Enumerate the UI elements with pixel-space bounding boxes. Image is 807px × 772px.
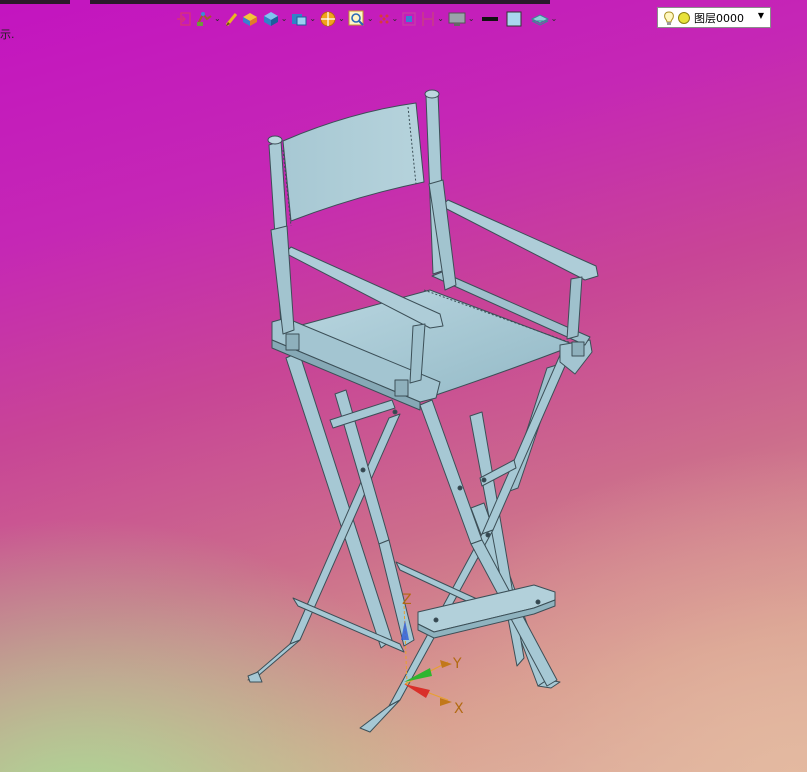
layer-status-icon[interactable]: [677, 11, 691, 25]
line-color-button[interactable]: [481, 8, 498, 30]
section-view-button[interactable]: ⌄: [420, 8, 444, 30]
fit-view-icon: [402, 12, 416, 26]
layer-select[interactable]: 图层0000 ▼: [657, 7, 771, 28]
move-object-button[interactable]: ⌄: [195, 8, 221, 30]
render-shaded-button[interactable]: [241, 8, 259, 30]
orient-view-icon: [320, 11, 336, 27]
move-object-icon: [197, 12, 212, 26]
chair-model[interactable]: Z Y X: [0, 0, 807, 772]
fit-view-button[interactable]: [401, 8, 417, 30]
render-shaded-icon: [242, 13, 257, 26]
zoom-icon: [348, 10, 364, 26]
zoom-button[interactable]: ⌄: [348, 8, 374, 30]
background-display-icon: [448, 12, 466, 26]
graphics-viewport[interactable]: 示. Z Y X ⌄ ⌄ ⌄ ⌄ ⌄ ⌄ ⌄ ⌄ ⌄ 图层0000 ▼: [0, 0, 807, 772]
display-mode-button[interactable]: ⌄: [290, 8, 316, 30]
chair-geometry: [247, 89, 599, 733]
section-view-icon: [422, 12, 435, 26]
box-view-button[interactable]: ⌄: [262, 8, 287, 30]
orient-view-button[interactable]: ⌄: [319, 8, 345, 30]
pen-button[interactable]: [224, 8, 238, 30]
snap-points-button[interactable]: ⌄: [377, 8, 398, 30]
exit-sketch-icon: [177, 12, 191, 26]
display-mode-icon: [292, 14, 307, 26]
layer-tools-icon: [530, 14, 549, 26]
y-axis-label: Y: [452, 656, 462, 672]
fill-color-icon: [506, 11, 522, 27]
snap-points-icon: [379, 14, 389, 24]
line-color-icon: [481, 17, 498, 21]
view-toolbar: ⌄ ⌄ ⌄ ⌄ ⌄ ⌄ ⌄ ⌄ ⌄: [176, 6, 560, 32]
z-axis-label: Z: [402, 592, 412, 608]
box-view-icon: [263, 12, 278, 26]
x-axis-label: X: [454, 701, 464, 717]
exit-sketch-button[interactable]: [176, 8, 192, 30]
lightbulb-icon[interactable]: [663, 10, 675, 26]
fill-color-button[interactable]: [506, 8, 522, 30]
pen-icon: [225, 13, 237, 26]
chevron-down-icon[interactable]: ▼: [758, 11, 764, 20]
background-display-button[interactable]: ⌄: [447, 8, 475, 30]
layer-tools-button[interactable]: ⌄: [530, 8, 557, 30]
layer-select-value: 图层0000: [694, 11, 744, 25]
